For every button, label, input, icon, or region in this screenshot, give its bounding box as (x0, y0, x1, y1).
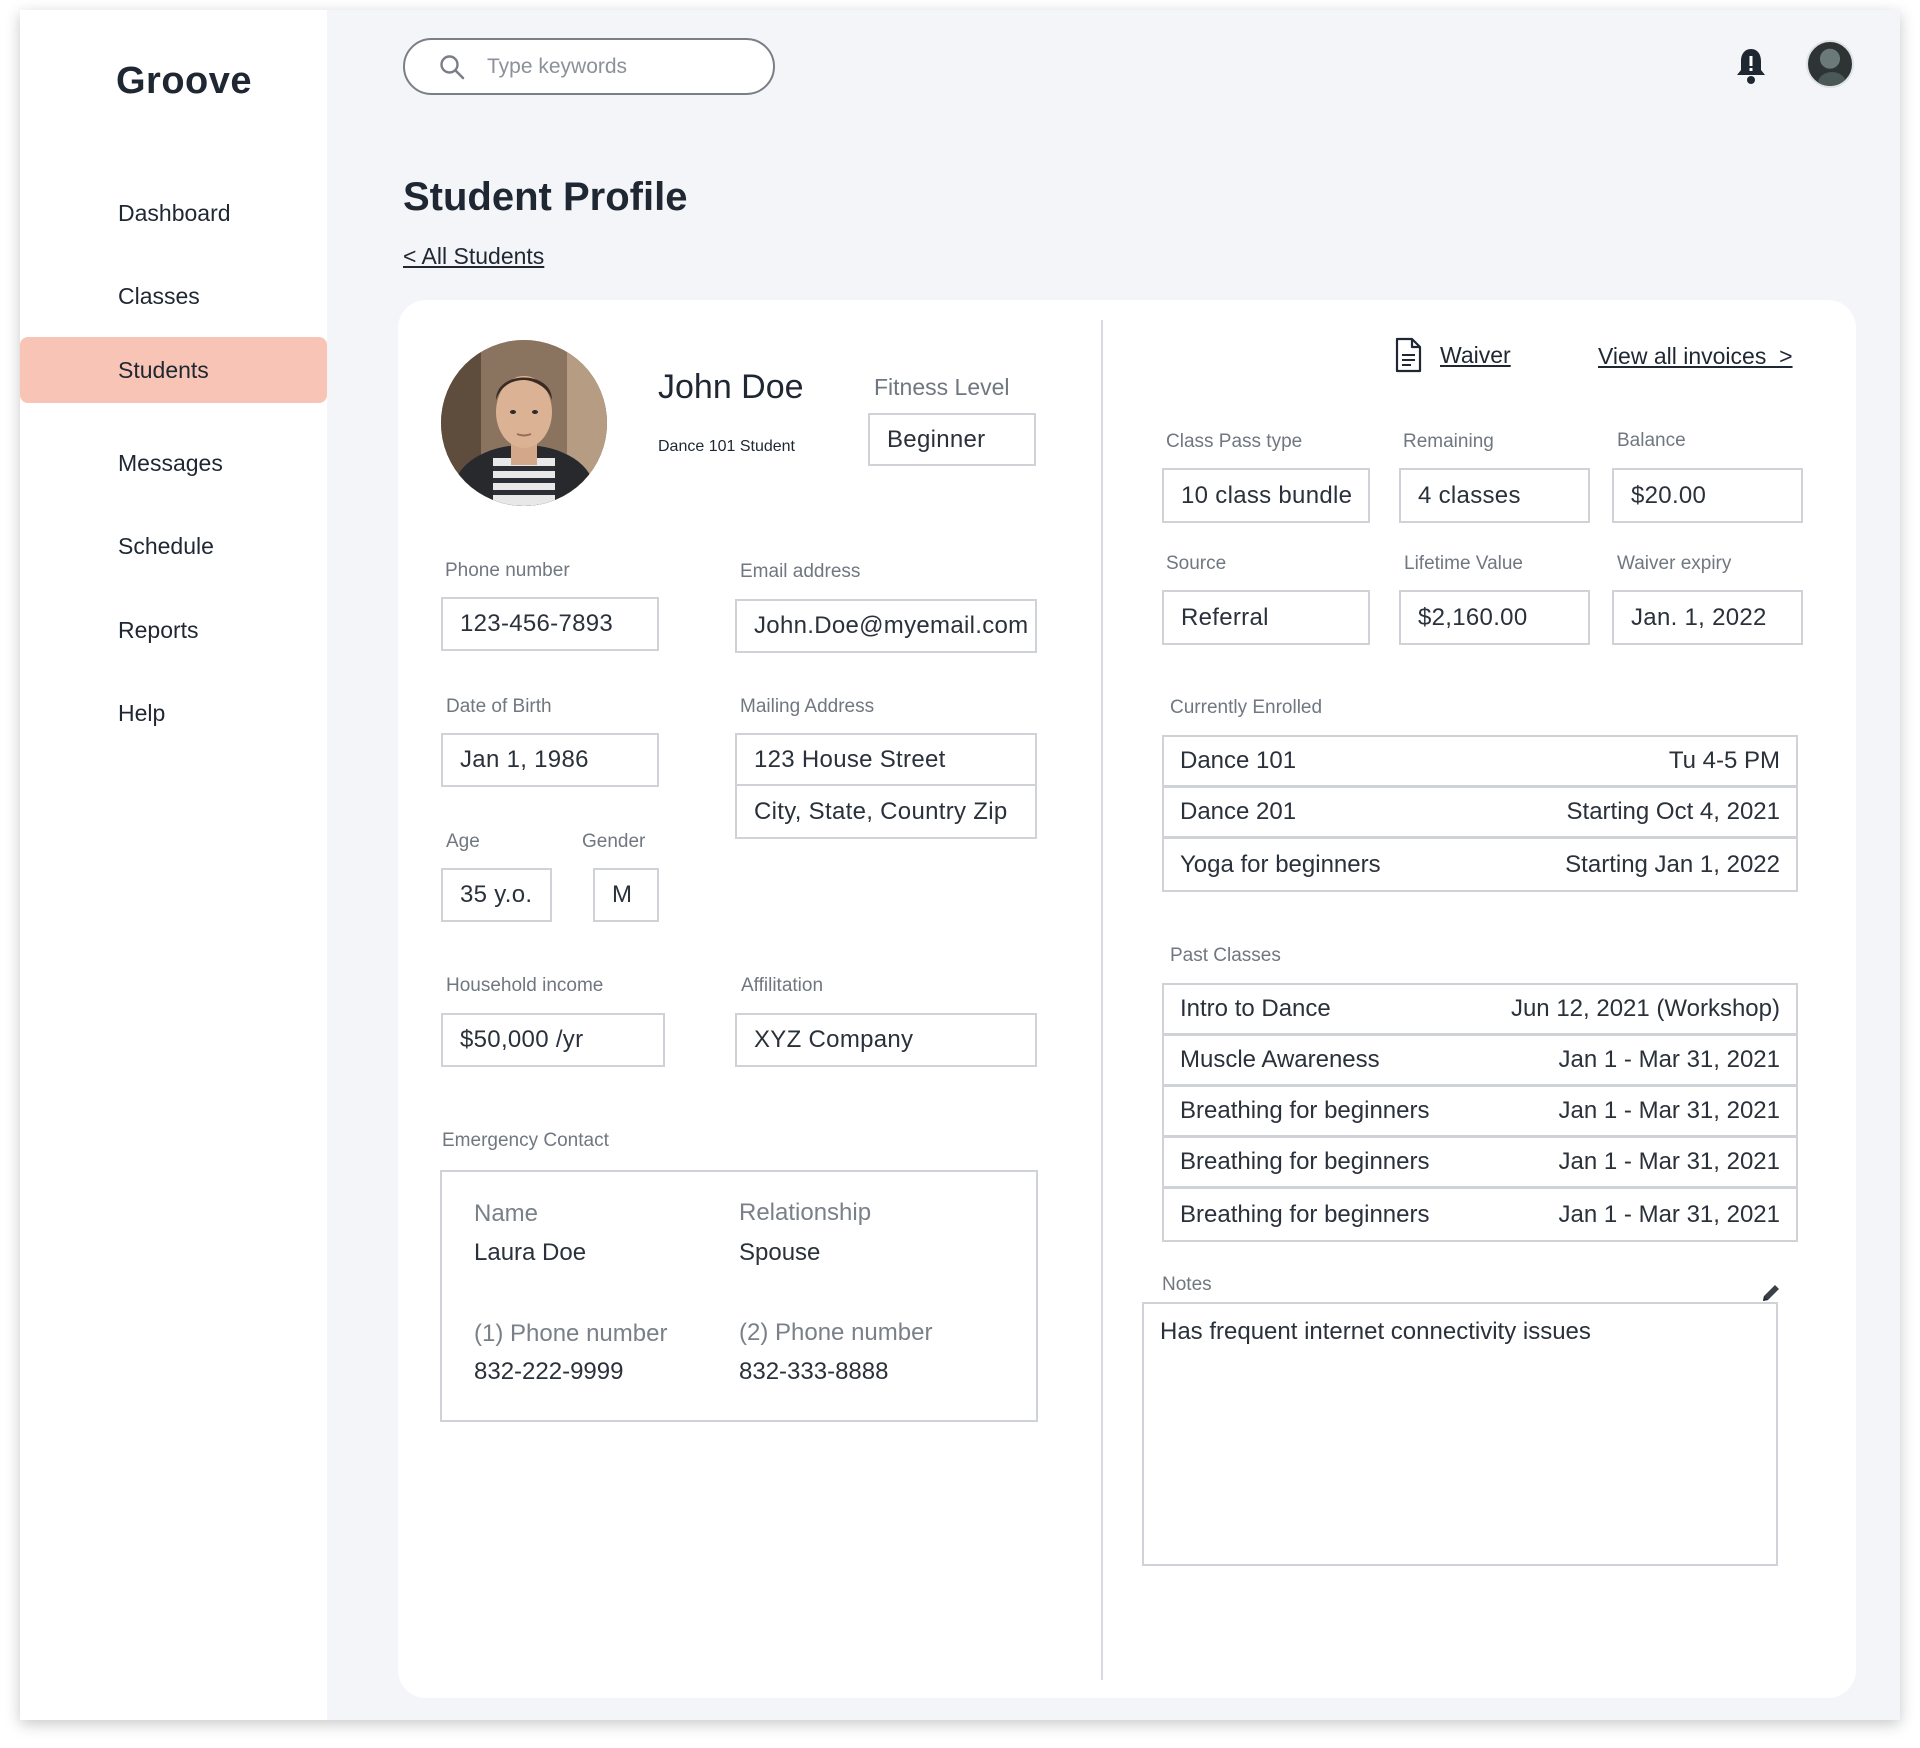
class-name: Breathing for beginners (1180, 1148, 1430, 1175)
emergency-phone1: 832-222-9999 (474, 1358, 624, 1385)
affiliation-field[interactable]: XYZ Company (735, 1013, 1037, 1067)
class-dates: Jan 1 - Mar 31, 2021 (1558, 1097, 1780, 1124)
student-name: John Doe (658, 368, 804, 406)
dob-label: Date of Birth (446, 696, 552, 717)
emergency-relationship-label: Relationship (739, 1199, 872, 1226)
class-dates: Jan 1 - Mar 31, 2021 (1558, 1046, 1780, 1073)
table-row[interactable]: Dance 201 Starting Oct 4, 2021 (1164, 788, 1796, 839)
table-row[interactable]: Breathing for beginners Jan 1 - Mar 31, 2… (1164, 1087, 1796, 1138)
emergency-contact-label: Emergency Contact (442, 1130, 609, 1151)
class-dates: Jan 1 - Mar 31, 2021 (1558, 1200, 1780, 1228)
sidebar-item-schedule[interactable]: Schedule (20, 513, 327, 579)
lifetime-value-label: Lifetime Value (1404, 553, 1523, 574)
class-name: Dance 101 (1180, 747, 1297, 774)
age-field[interactable]: 35 y.o. (441, 868, 552, 922)
class-dates: Jan 1 - Mar 31, 2021 (1558, 1148, 1780, 1175)
app-logo: Groove (116, 60, 253, 102)
phone-field[interactable]: 123-456-7893 (441, 597, 659, 651)
class-schedule: Starting Oct 4, 2021 (1566, 798, 1780, 825)
fitness-level-label: Fitness Level (874, 374, 1010, 400)
search-icon (440, 55, 465, 80)
bell-icon[interactable] (1734, 46, 1768, 86)
class-name: Dance 201 (1180, 798, 1297, 825)
card-divider (1101, 320, 1103, 1680)
sidebar-item-messages[interactable]: Messages (20, 430, 327, 496)
sidebar-item-dashboard[interactable]: Dashboard (20, 180, 327, 246)
remaining-field[interactable]: 4 classes (1399, 468, 1590, 523)
age-label: Age (446, 831, 480, 852)
address-line1-field[interactable]: 123 House Street (735, 733, 1037, 786)
sidebar-item-students[interactable]: Students (20, 337, 327, 403)
sidebar: Groove Dashboard Classes Students Messag… (20, 10, 327, 1720)
fitness-level-field[interactable]: Beginner (868, 413, 1036, 466)
table-row[interactable]: Breathing for beginners Jan 1 - Mar 31, 2… (1164, 1138, 1796, 1189)
class-name: Breathing for beginners (1180, 1200, 1430, 1228)
balance-field[interactable]: $20.00 (1612, 468, 1803, 523)
class-schedule: Tu 4-5 PM (1668, 747, 1780, 774)
class-dates: Jun 12, 2021 (Workshop) (1510, 995, 1780, 1022)
email-label: Email address (740, 561, 861, 582)
lifetime-value-field[interactable]: $2,160.00 (1399, 590, 1590, 645)
emergency-phone1-label: (1) Phone number (474, 1320, 668, 1347)
income-field[interactable]: $50,000 /yr (441, 1013, 665, 1067)
dob-field[interactable]: Jan 1, 1986 (441, 733, 659, 787)
past-classes-label: Past Classes (1170, 945, 1281, 966)
student-subtitle: Dance 101 Student (658, 438, 795, 455)
past-classes-table: Intro to Dance Jun 12, 2021 (Workshop) Mu… (1162, 983, 1798, 1242)
gender-field[interactable]: M (593, 868, 659, 922)
class-schedule: Starting Jan 1, 2022 (1565, 850, 1780, 878)
class-name: Intro to Dance (1180, 995, 1331, 1022)
table-row[interactable]: Breathing for beginners Jan 1 - Mar 31, 2… (1164, 1189, 1796, 1240)
class-name: Yoga for beginners (1180, 850, 1381, 878)
emergency-relationship: Spouse (739, 1239, 821, 1266)
class-name: Muscle Awareness (1180, 1046, 1380, 1073)
notes-label: Notes (1162, 1274, 1212, 1295)
table-row[interactable]: Intro to Dance Jun 12, 2021 (Workshop) (1164, 985, 1796, 1036)
address-label: Mailing Address (740, 696, 875, 717)
notes-textarea[interactable]: Has frequent internet connectivity issue… (1142, 1302, 1778, 1566)
remaining-label: Remaining (1403, 431, 1494, 452)
class-pass-field[interactable]: 10 class bundle (1162, 468, 1370, 523)
waiver-expiry-field[interactable]: Jan. 1, 2022 (1612, 590, 1803, 645)
table-row[interactable]: Yoga for beginners Starting Jan 1, 2022 (1164, 839, 1796, 890)
gender-label: Gender (582, 831, 646, 852)
emergency-name-label: Name (474, 1200, 539, 1227)
currently-enrolled-table: Dance 101 Tu 4-5 PM Dance 201 Starting Oct… (1162, 735, 1798, 892)
user-avatar[interactable] (1806, 40, 1854, 88)
emergency-contact-box: Name Laura Doe Relationship Spouse (1) P… (440, 1170, 1038, 1422)
search-bar[interactable] (403, 38, 775, 95)
sidebar-item-classes[interactable]: Classes (20, 263, 327, 329)
view-all-invoices-link[interactable]: View all invoices > (1598, 343, 1793, 370)
affiliation-label: Affilitation (741, 975, 824, 996)
emergency-phone2: 832-333-8888 (739, 1358, 889, 1385)
sidebar-item-help[interactable]: Help (20, 680, 327, 746)
sidebar-item-reports[interactable]: Reports (20, 597, 327, 663)
source-label: Source (1166, 553, 1227, 574)
source-field[interactable]: Referral (1162, 590, 1370, 645)
table-row[interactable]: Muscle Awareness Jan 1 - Mar 31, 2021 (1164, 1036, 1796, 1087)
waiver-expiry-label: Waiver expiry (1617, 553, 1732, 574)
email-field[interactable]: John.Doe@myemail.com (735, 599, 1037, 653)
pencil-icon[interactable] (1760, 1282, 1782, 1304)
document-icon (1395, 337, 1422, 373)
table-row[interactable]: Dance 101 Tu 4-5 PM (1164, 737, 1796, 788)
waiver-link[interactable]: Waiver (1440, 342, 1511, 369)
currently-enrolled-label: Currently Enrolled (1170, 697, 1323, 718)
balance-label: Balance (1617, 430, 1686, 451)
class-pass-label: Class Pass type (1166, 431, 1303, 452)
phone-label: Phone number (445, 560, 570, 581)
emergency-name: Laura Doe (474, 1239, 587, 1266)
class-name: Breathing for beginners (1180, 1097, 1430, 1124)
search-input[interactable] (487, 50, 757, 84)
page-title: Student Profile (403, 175, 688, 219)
income-label: Household income (446, 975, 604, 996)
address-line2-field[interactable]: City, State, Country Zip (735, 786, 1037, 839)
all-students-link[interactable]: < All Students (403, 243, 544, 270)
student-photo (441, 340, 607, 506)
emergency-phone2-label: (2) Phone number (739, 1319, 933, 1346)
